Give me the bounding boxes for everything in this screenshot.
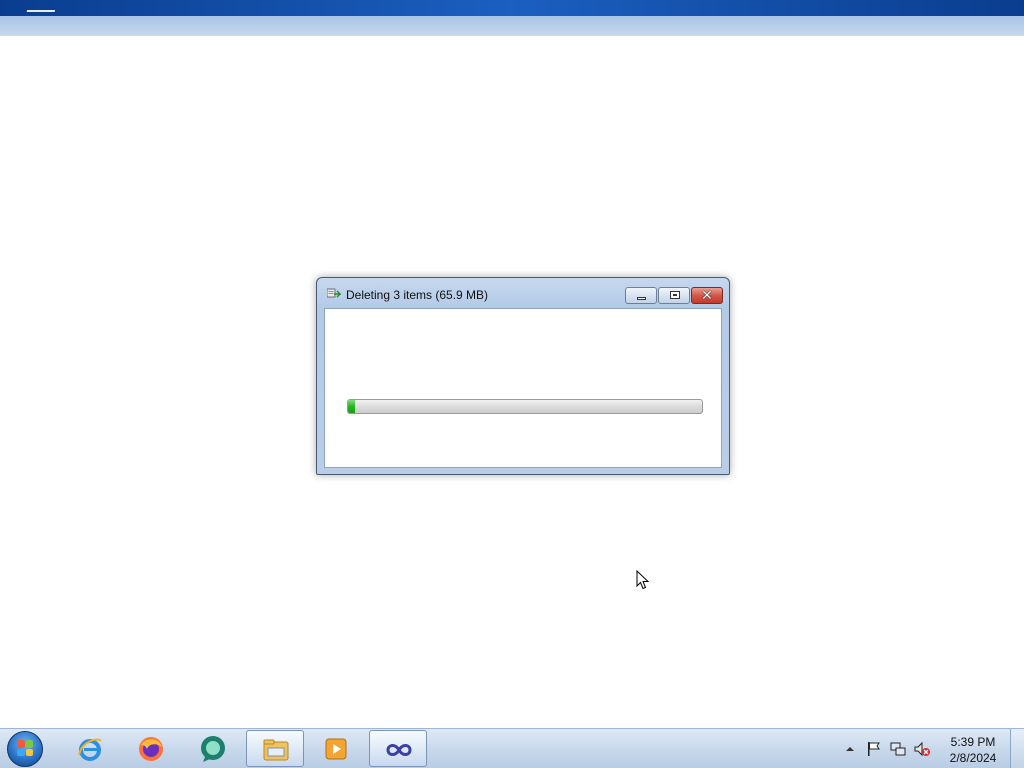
- progress-bar-fill: [348, 400, 356, 413]
- maximize-icon: [670, 291, 680, 299]
- dialog-title: Deleting 3 items (65.9 MB): [346, 288, 489, 302]
- delete-progress-dialog: Deleting 3 items (65.9 MB) ✕: [316, 277, 730, 475]
- desktop-top-band-light: [0, 16, 1024, 36]
- dialog-titlebar[interactable]: Deleting 3 items (65.9 MB) ✕: [317, 278, 729, 308]
- minimize-icon: [637, 297, 646, 300]
- infinity-icon: [386, 744, 412, 756]
- show-desktop-button[interactable]: [1010, 729, 1024, 768]
- delete-progress-bar: [347, 399, 703, 414]
- show-hidden-icons-icon[interactable]: [844, 741, 856, 757]
- close-icon: ✕: [701, 287, 713, 303]
- media-player-icon: [325, 738, 347, 760]
- taskbar-media-player[interactable]: [307, 730, 365, 767]
- start-button[interactable]: [7, 731, 43, 767]
- clock-date: 2/8/2024: [949, 751, 997, 765]
- dialog-content: [324, 308, 722, 468]
- mouse-cursor-icon: [636, 570, 650, 590]
- desktop-top-band: [0, 0, 1024, 16]
- desktop-shortcut-icon[interactable]: [24, 10, 56, 22]
- tray-clock[interactable]: 5:39 PM 2/8/2024: [944, 734, 1002, 766]
- taskbar-empty-slot: [431, 730, 489, 767]
- internet-explorer-icon: [78, 738, 102, 761]
- taskbar-chat-app[interactable]: [184, 730, 242, 767]
- taskbar-internet-explorer[interactable]: [61, 730, 119, 767]
- clock-time: 5:39 PM: [950, 735, 996, 749]
- network-icon[interactable]: [890, 741, 906, 757]
- taskbar-file-explorer[interactable]: [246, 730, 304, 767]
- taskbar: 5:39 PM 2/8/2024: [0, 728, 1024, 768]
- taskbar-firefox[interactable]: [122, 730, 180, 767]
- folder-icon: [263, 739, 289, 761]
- maximize-button[interactable]: [658, 287, 690, 304]
- taskbar-infinity-app[interactable]: [369, 730, 427, 767]
- delete-progress-icon: [327, 288, 341, 298]
- windows-start-icon: [17, 740, 33, 756]
- firefox-icon: [139, 737, 163, 761]
- minimize-button[interactable]: [625, 287, 657, 304]
- close-button[interactable]: ✕: [691, 287, 723, 304]
- volume-muted-icon[interactable]: [914, 741, 930, 757]
- chat-bubble-icon: [201, 736, 225, 762]
- action-center-flag-icon[interactable]: [866, 741, 882, 757]
